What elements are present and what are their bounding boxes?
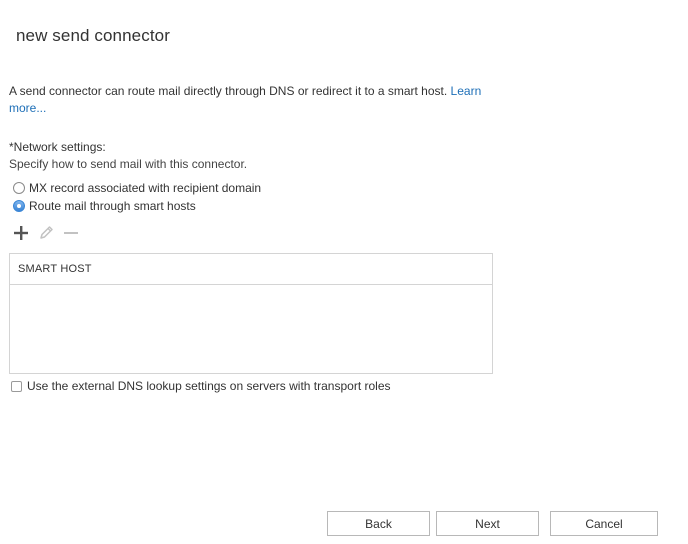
next-button[interactable]: Next [436,511,539,536]
radio-label: MX record associated with recipient doma… [29,181,262,195]
network-settings-label: *Network settings: [9,140,106,154]
page-title: new send connector [16,26,170,45]
smart-host-toolbar [11,223,86,243]
pencil-icon [36,223,56,243]
back-button[interactable]: Back [327,511,430,536]
smart-hosts-list[interactable]: SMART HOST [9,253,493,374]
radio-button[interactable] [13,182,25,194]
radio-button-selected[interactable] [13,200,25,212]
external-dns-option[interactable]: Use the external DNS lookup settings on … [11,379,391,393]
radio-smart-hosts[interactable]: Route mail through smart hosts [13,198,196,214]
external-dns-checkbox[interactable] [11,380,22,392]
external-dns-label: Use the external DNS lookup settings on … [27,379,391,393]
intro-description: A send connector can route mail directly… [9,84,451,98]
cancel-button[interactable]: Cancel [550,511,658,536]
radio-label: Route mail through smart hosts [29,199,196,213]
intro-text: A send connector can route mail directly… [9,83,489,117]
column-header-smart-host[interactable]: SMART HOST [10,254,492,285]
network-settings-description: Specify how to send mail with this conne… [9,157,248,171]
minus-icon [61,223,81,243]
plus-icon[interactable] [11,223,31,243]
radio-mx-record[interactable]: MX record associated with recipient doma… [13,180,261,196]
